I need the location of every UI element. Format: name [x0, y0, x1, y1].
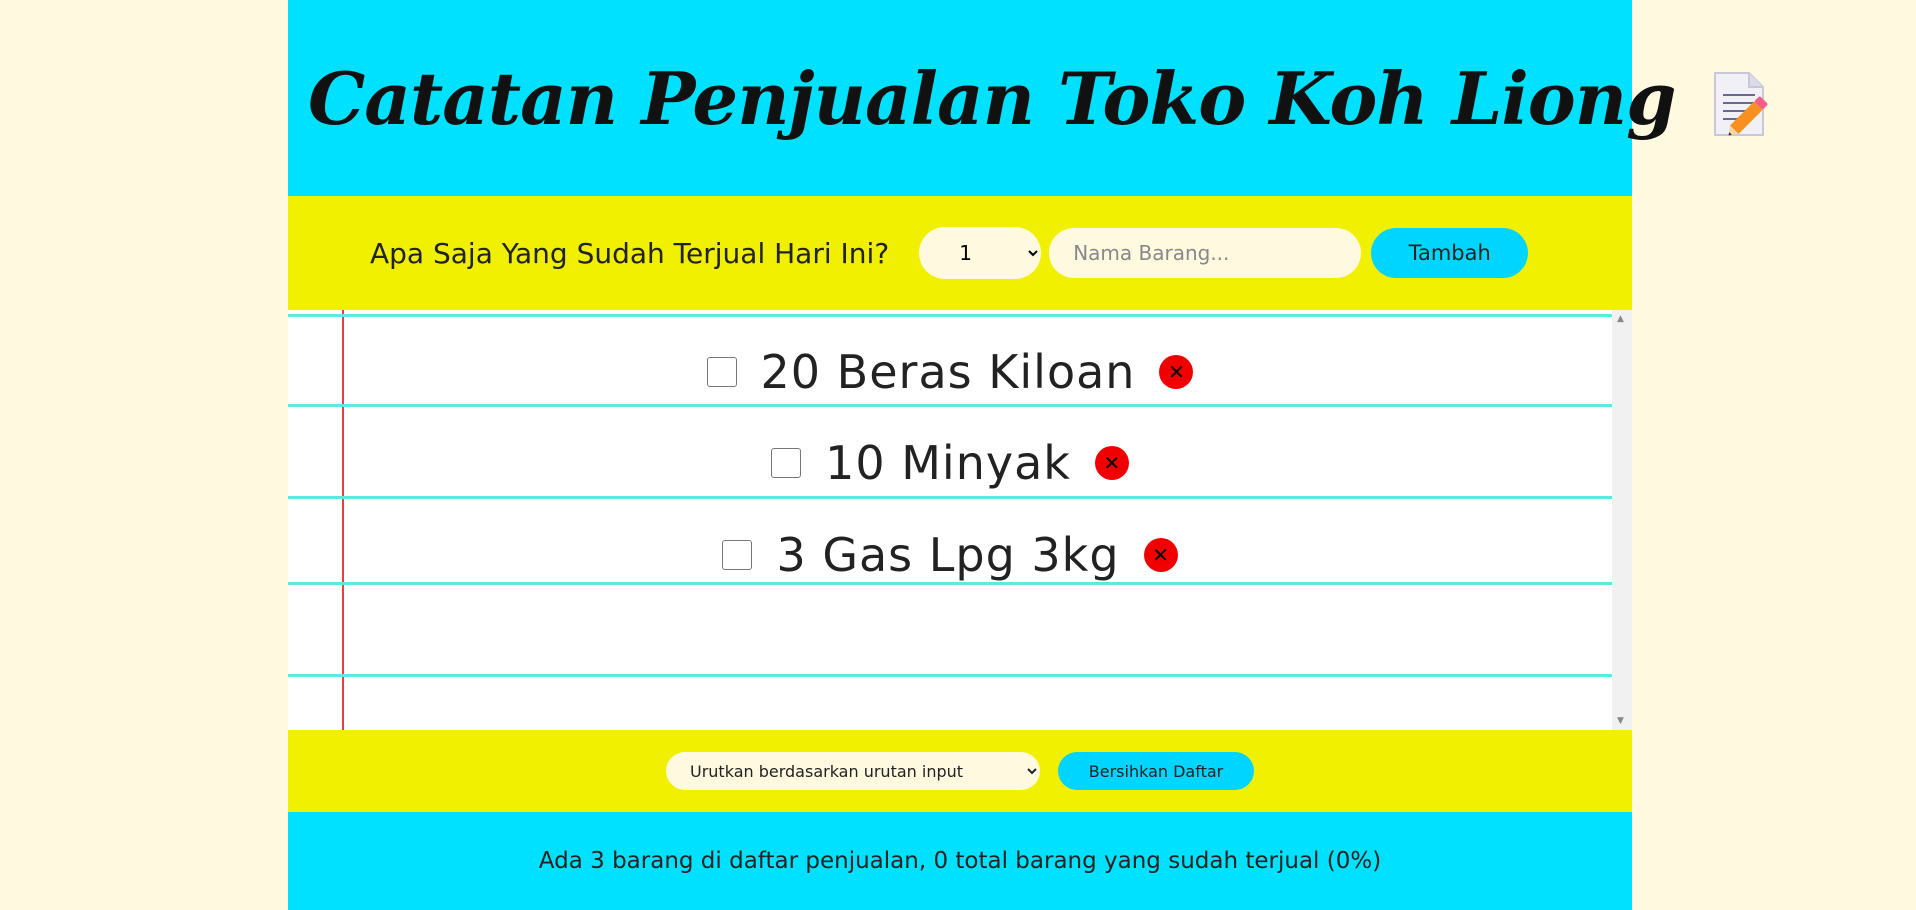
- clear-list-button[interactable]: Bersihkan Daftar: [1058, 752, 1254, 790]
- delete-icon[interactable]: ✕: [1143, 538, 1178, 572]
- add-button[interactable]: Tambah: [1371, 228, 1529, 278]
- page-title: Catatan Penjualan Toko Koh Liong: [308, 55, 1676, 141]
- notebook-rule: [288, 314, 1612, 317]
- item-checkbox[interactable]: [706, 357, 737, 387]
- item-checkbox[interactable]: [771, 448, 802, 478]
- list-item: 10 Minyak ✕: [288, 433, 1612, 493]
- scroll-down-arrow-icon[interactable]: ▼: [1617, 716, 1624, 726]
- notebook-rule: [288, 674, 1612, 677]
- quantity-select[interactable]: 1: [919, 227, 1042, 279]
- footer: Ada 3 barang di daftar penjualan, 0 tota…: [288, 812, 1632, 910]
- item-name-input[interactable]: [1049, 228, 1362, 278]
- item-checkbox[interactable]: [722, 540, 753, 570]
- sort-select[interactable]: Urutkan berdasarkan urutan input: [666, 752, 1040, 790]
- item-label: 10 Minyak: [825, 436, 1071, 490]
- memo-icon: [1711, 71, 1773, 137]
- list-item: 3 Gas Lpg 3kg ✕: [288, 525, 1612, 585]
- item-label: 20 Beras Kiloan: [760, 345, 1136, 399]
- delete-icon[interactable]: ✕: [1094, 446, 1129, 480]
- notebook-rule: [288, 404, 1612, 407]
- notebook-rule: [288, 496, 1612, 499]
- delete-icon[interactable]: ✕: [1159, 355, 1194, 389]
- sales-list: 20 Beras Kiloan ✕ 10 Minyak ✕ 3 Gas Lpg …: [288, 310, 1632, 730]
- list-item: 20 Beras Kiloan ✕: [288, 342, 1612, 402]
- form-question: Apa Saja Yang Sudah Terjual Hari Ini?: [370, 236, 890, 270]
- item-label: 3 Gas Lpg 3kg: [776, 528, 1120, 582]
- scroll-up-arrow-icon[interactable]: ▲: [1617, 314, 1624, 324]
- add-item-form: Apa Saja Yang Sudah Terjual Hari Ini? 1 …: [288, 196, 1632, 310]
- header: Catatan Penjualan Toko Koh Liong: [288, 0, 1768, 196]
- app-container: Catatan Penjualan Toko Koh Liong Apa Saj…: [288, 0, 1768, 910]
- list-scrollbar[interactable]: ▲ ▼: [1612, 310, 1632, 730]
- sales-stats: Ada 3 barang di daftar penjualan, 0 tota…: [538, 848, 1382, 874]
- list-controls: Urutkan berdasarkan urutan input Bersihk…: [288, 730, 1632, 812]
